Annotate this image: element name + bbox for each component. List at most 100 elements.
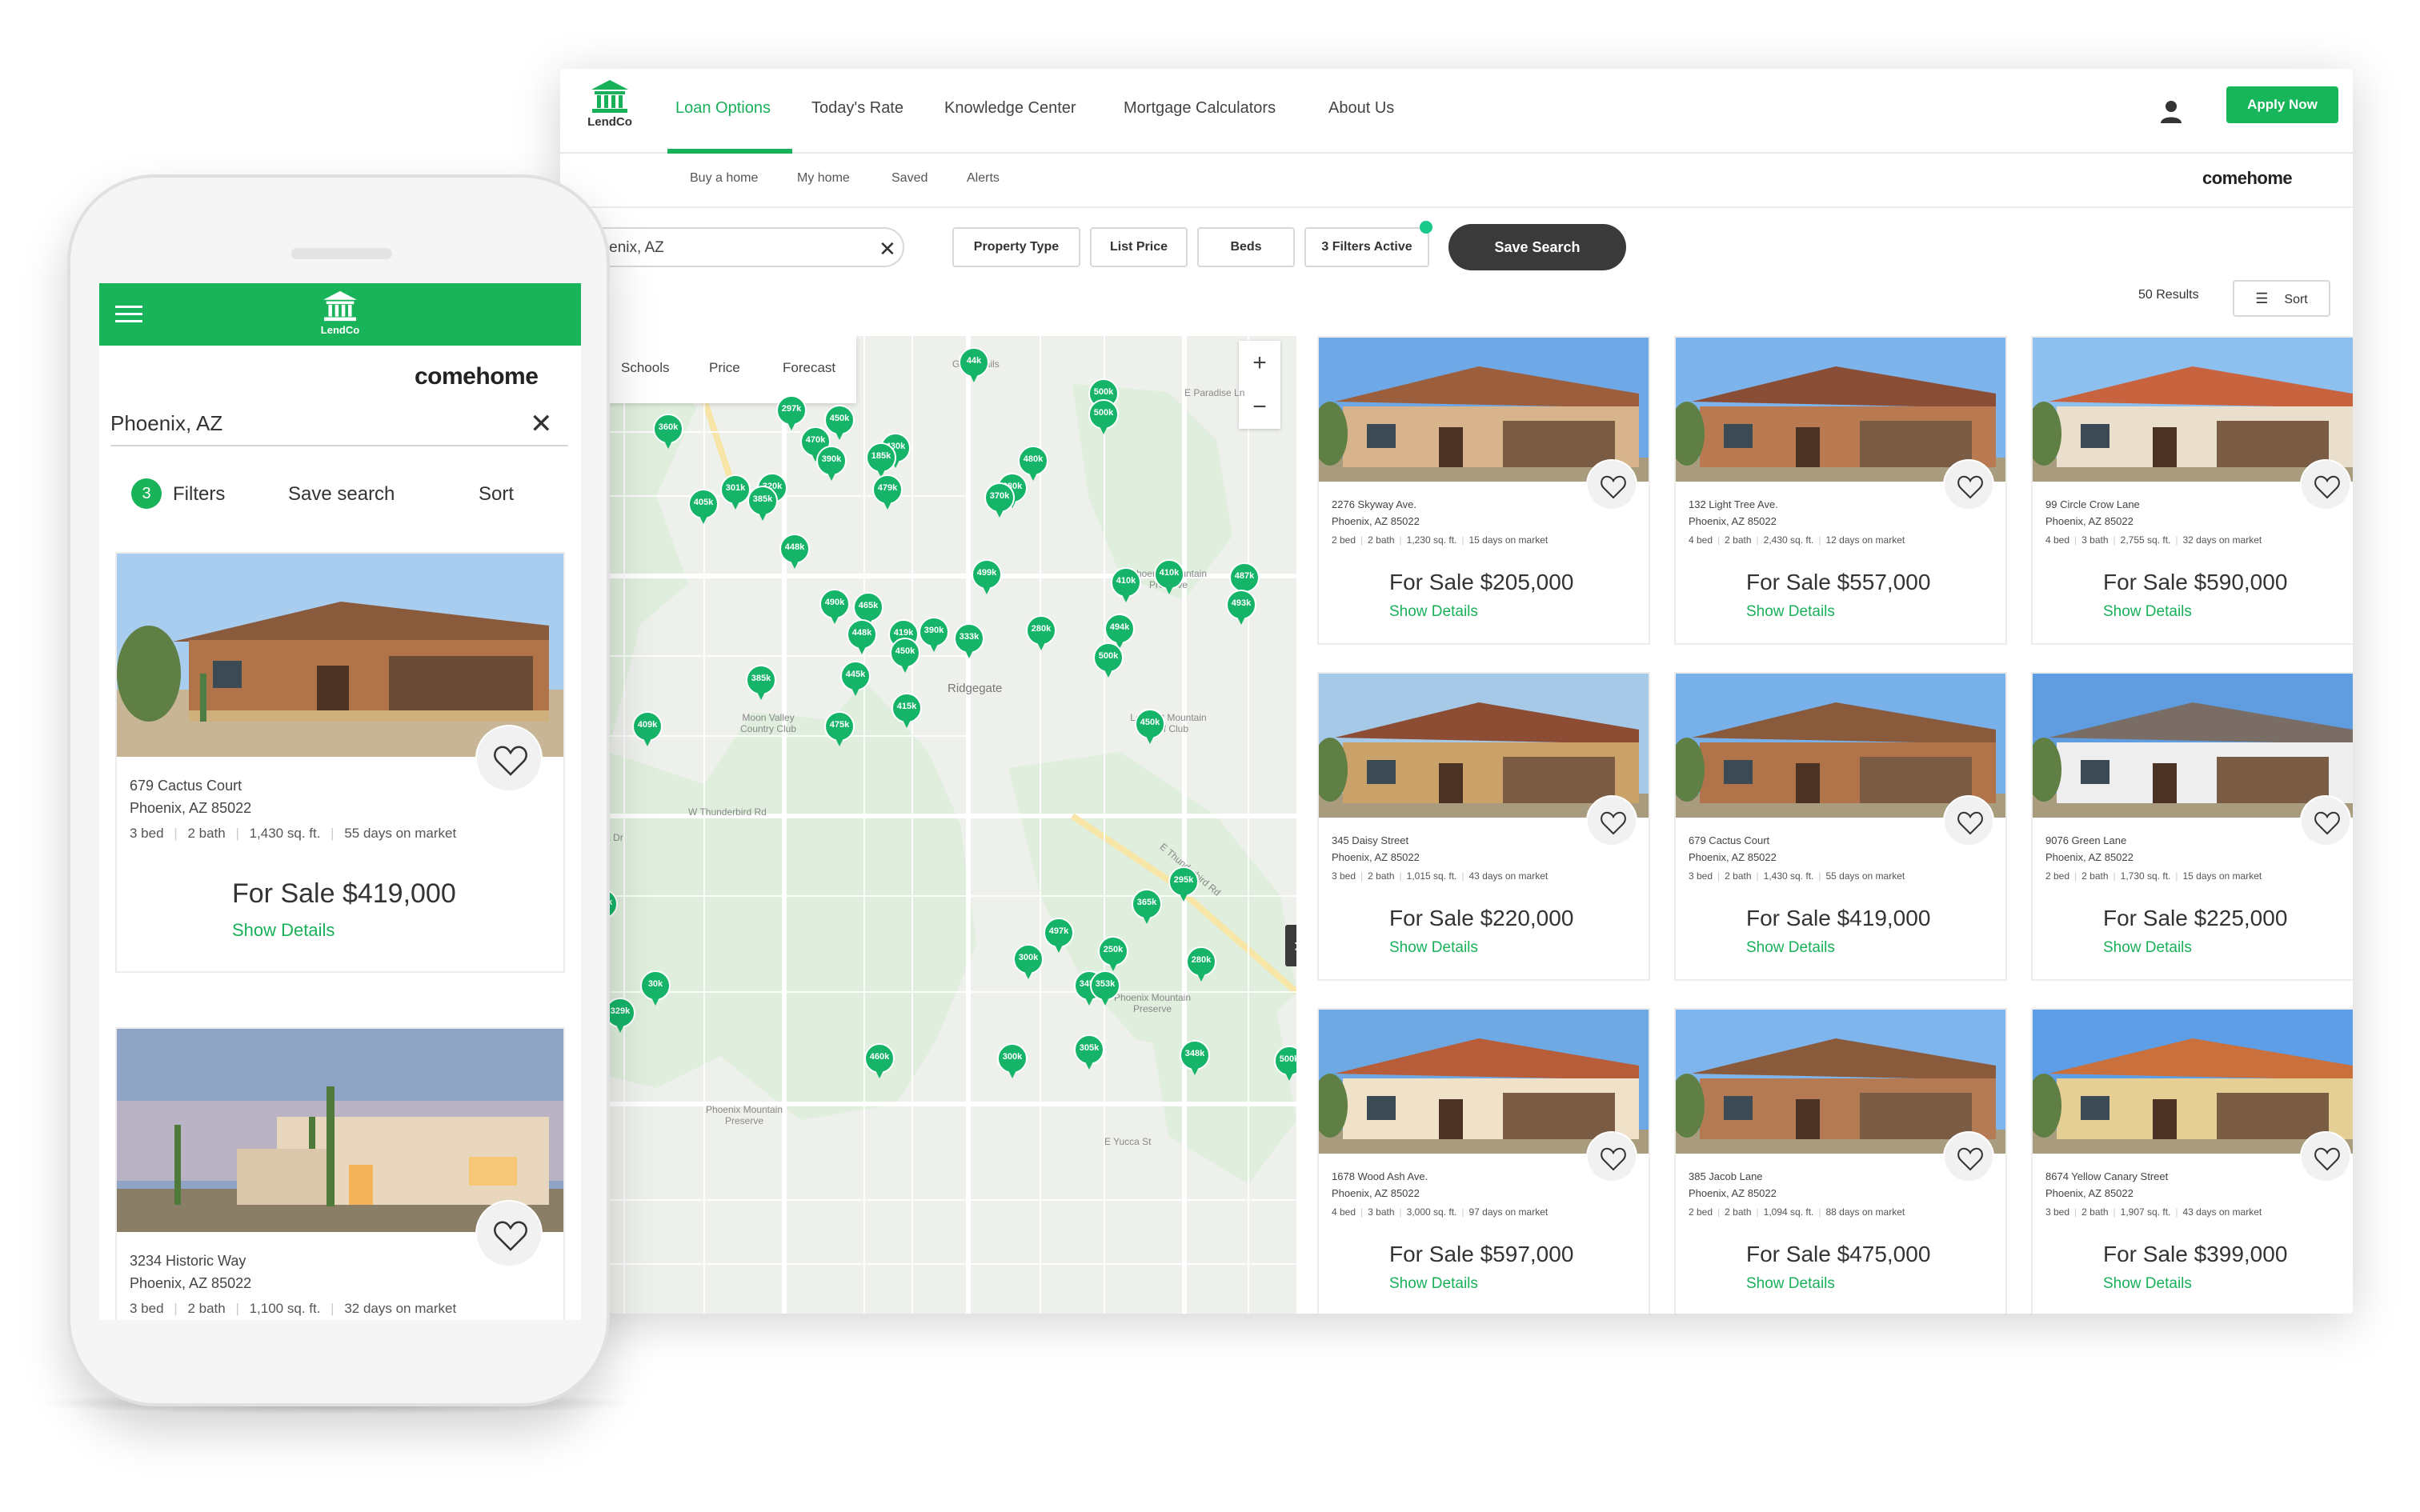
- listing-card[interactable]: 2276 Skyway Ave. Phoenix, AZ 85022 2 bed | 2…: [1317, 336, 1650, 645]
- list-price-button[interactable]: List Price: [1090, 227, 1188, 267]
- zoom-out-button[interactable]: −: [1239, 385, 1280, 429]
- listing-card[interactable]: 385 Jacob Lane Phoenix, AZ 85022 2 bed | 2 b…: [1674, 1008, 2007, 1314]
- map-price-pin[interactable]: 250k: [1098, 936, 1128, 973]
- favorite-button[interactable]: [2300, 459, 2351, 510]
- map-price-pin[interactable]: 450k: [1135, 708, 1165, 746]
- beds-button[interactable]: Beds: [1197, 227, 1295, 267]
- favorite-button[interactable]: [2300, 795, 2351, 846]
- favorite-button[interactable]: [1586, 1131, 1637, 1182]
- nav-mortgage-calculators[interactable]: Mortgage Calculators: [1124, 99, 1276, 118]
- favorite-button[interactable]: [1943, 795, 1994, 846]
- map-price-pin[interactable]: 385k: [747, 486, 778, 522]
- favorite-button[interactable]: [475, 1200, 543, 1267]
- subnav-buy-a-home[interactable]: Buy a home: [690, 171, 758, 186]
- map-price-pin[interactable]: 497k: [1044, 918, 1074, 954]
- listing-card[interactable]: 132 Light Tree Ave. Phoenix, AZ 85022 4 be…: [1674, 336, 2007, 645]
- listing-card[interactable]: 99 Circle Crow Lane Phoenix, AZ 85022 4 be…: [2031, 336, 2353, 645]
- map-price-pin[interactable]: 500k: [1088, 398, 1119, 436]
- map-price-pin[interactable]: 460k: [864, 1043, 895, 1080]
- map-price-pin[interactable]: 295k: [1168, 866, 1199, 903]
- nav-about-us[interactable]: About Us: [1328, 99, 1394, 118]
- map-price-pin[interactable]: 385k: [746, 665, 776, 702]
- mobile-listing-card[interactable]: 679 Cactus Court Phoenix, AZ 85022 3 bed…: [115, 552, 565, 973]
- show-details-link[interactable]: Show Details: [1746, 939, 1835, 957]
- sort-button[interactable]: ☰ Sort: [2233, 280, 2330, 317]
- favorite-button[interactable]: [475, 725, 543, 792]
- user-icon[interactable]: [2158, 98, 2185, 125]
- map-price-pin[interactable]: 445k: [840, 660, 871, 698]
- location-search-input[interactable]: [592, 237, 856, 259]
- map-price-pin[interactable]: 280k: [1026, 614, 1056, 652]
- show-details-link[interactable]: Show Details: [1389, 1275, 1478, 1293]
- listing-card[interactable]: 345 Daisy Street Phoenix, AZ 85022 3 bed | 2…: [1317, 672, 1650, 981]
- favorite-button[interactable]: [1943, 459, 1994, 510]
- listing-card[interactable]: 1678 Wood Ash Ave. Phoenix, AZ 85022 4 bed…: [1317, 1008, 1650, 1314]
- map-price-pin[interactable]: 499k: [972, 558, 1002, 596]
- show-details-link[interactable]: Show Details: [1746, 1275, 1835, 1293]
- subnav-alerts[interactable]: Alerts: [967, 171, 1000, 186]
- map-price-pin[interactable]: 410k: [1154, 558, 1184, 596]
- save-search-button[interactable]: Save Search: [1448, 224, 1626, 270]
- show-details-link[interactable]: Show Details: [2103, 1275, 2192, 1293]
- map-price-pin[interactable]: 409k: [632, 710, 663, 748]
- zoom-in-button[interactable]: +: [1239, 341, 1280, 385]
- map-price-pin[interactable]: 479k: [872, 474, 903, 511]
- map-price-pin[interactable]: 370k: [984, 482, 1015, 519]
- map-price-pin[interactable]: 415k: [891, 692, 922, 730]
- map-price-pin[interactable]: 490k: [819, 588, 850, 626]
- map-tab-schools[interactable]: Schools: [621, 360, 669, 376]
- nav-loan-options[interactable]: Loan Options: [675, 99, 771, 118]
- map-price-pin[interactable]: 348k: [1180, 1040, 1210, 1077]
- listing-card[interactable]: 679 Cactus Court Phoenix, AZ 85022 3 bed | 2…: [1674, 672, 2007, 981]
- map-price-pin[interactable]: 300k: [1013, 944, 1044, 981]
- listing-card[interactable]: 9076 Green Lane Phoenix, AZ 85022 2 bed | 2 …: [2031, 672, 2353, 981]
- map-price-pin[interactable]: 30k: [640, 970, 671, 1007]
- map-price-pin[interactable]: 405k: [688, 489, 719, 526]
- mobile-search-input[interactable]: [110, 410, 495, 437]
- subnav-my-home[interactable]: My home: [797, 171, 850, 186]
- show-details-link[interactable]: Show Details: [2103, 939, 2192, 957]
- nav-knowledge-center[interactable]: Knowledge Center: [944, 99, 1076, 118]
- mobile-search[interactable]: ✕: [110, 402, 568, 446]
- mobile-sort-button[interactable]: Sort: [479, 483, 514, 506]
- map-price-pin[interactable]: 301k: [720, 474, 751, 511]
- map-price-pin[interactable]: 365k: [1132, 889, 1162, 926]
- favorite-button[interactable]: [1586, 459, 1637, 510]
- location-search[interactable]: ✕: [576, 227, 904, 267]
- show-details-link[interactable]: Show Details: [1389, 939, 1478, 957]
- show-details-link[interactable]: Show Details: [2103, 603, 2192, 621]
- clear-search-icon[interactable]: ✕: [879, 237, 896, 262]
- map-price-pin[interactable]: 500k: [1093, 642, 1124, 679]
- map-price-pin[interactable]: 300k: [997, 1043, 1028, 1080]
- map-price-pin[interactable]: 493k: [1226, 590, 1256, 626]
- nav-todays-rate[interactable]: Today's Rate: [811, 99, 903, 118]
- map-price-pin[interactable]: 333k: [954, 622, 984, 660]
- map-price-pin[interactable]: 448k: [847, 619, 877, 656]
- map-price-pin[interactable]: 44k: [959, 347, 989, 384]
- map-tab-forecast[interactable]: Forecast: [783, 360, 835, 376]
- subnav-saved[interactable]: Saved: [891, 171, 928, 186]
- show-details-link[interactable]: Show Details: [1389, 603, 1478, 621]
- favorite-button[interactable]: [1586, 795, 1637, 846]
- apply-now-button[interactable]: Apply Now: [2226, 86, 2338, 123]
- map-price-pin[interactable]: 450k: [890, 638, 920, 674]
- map-price-pin[interactable]: 305k: [1074, 1034, 1104, 1071]
- map-price-pin[interactable]: 500k: [1274, 1046, 1296, 1082]
- hamburger-menu-icon[interactable]: [115, 304, 142, 325]
- listing-card[interactable]: 8674 Yellow Canary Street Phoenix, AZ 850…: [2031, 1008, 2353, 1314]
- mobile-logo[interactable]: LendCo: [314, 290, 367, 336]
- map-price-pin[interactable]: 390k: [919, 617, 949, 654]
- favorite-button[interactable]: [2300, 1131, 2351, 1182]
- map[interactable]: me Schools Price Forecast + − Ridgegate …: [560, 336, 1296, 1314]
- mobile-filters-button[interactable]: Filters: [173, 483, 225, 506]
- collapse-map-button[interactable]: ›: [1285, 925, 1296, 966]
- map-tab-price[interactable]: Price: [709, 360, 740, 376]
- favorite-button[interactable]: [1943, 1131, 1994, 1182]
- mobile-listing-card[interactable]: 3234 Historic Way Phoenix, AZ 85022 3 be…: [115, 1027, 565, 1320]
- map-price-pin[interactable]: 353k: [1090, 970, 1120, 1007]
- map-price-pin[interactable]: 475k: [824, 710, 855, 748]
- map-price-pin[interactable]: 390k: [816, 446, 847, 482]
- mobile-clear-search-icon[interactable]: ✕: [530, 408, 553, 440]
- map-price-pin[interactable]: 448k: [779, 534, 810, 570]
- map-price-pin[interactable]: 280k: [1186, 946, 1216, 983]
